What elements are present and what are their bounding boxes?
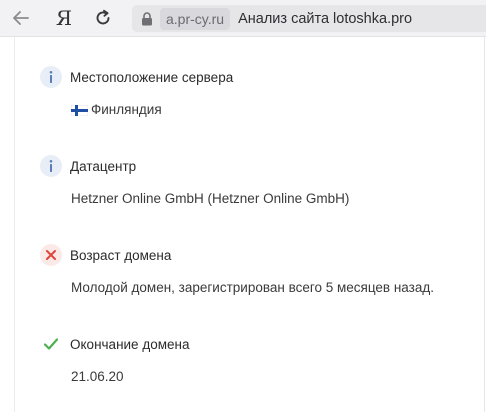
server-location-title: Местоположение сервера [70,69,234,85]
page-content: Местоположение сервера Финляндия Датацен… [0,37,486,412]
yandex-button[interactable]: Я [51,6,77,30]
domain-age-section: Возраст домена Молодой домен, зарегистри… [40,244,480,295]
domain-expiry-value: 21.06.20 [71,369,124,384]
datacenter-value: Hetzner Online GmbH (Hetzner Online GmbH… [71,191,350,206]
info-icon[interactable] [40,155,62,177]
domain-expiry-section: Окончание домена 21.06.20 [40,333,480,384]
error-icon[interactable] [40,244,62,266]
server-location-section: Местоположение сервера Финляндия [40,66,480,117]
checkmark-icon[interactable] [40,333,62,355]
back-button[interactable] [8,6,34,30]
lock-icon [136,5,158,32]
page-title: Анализ сайта lotoshka.pro [238,10,413,27]
country-name: Финляндия [91,102,162,117]
reload-button[interactable] [90,6,116,30]
server-location-value: Финляндия [70,102,480,117]
domain-age-title: Возраст домена [70,247,172,263]
divider [14,37,15,412]
arrow-left-icon [12,10,30,26]
reload-icon [94,9,112,27]
domain-age-value: Молодой домен, зарегистрирован всего 5 м… [71,280,434,295]
domain-expiry-title: Окончание домена [70,336,190,352]
domain-label[interactable]: a.pr-cy.ru [160,7,231,30]
datacenter-section: Датацентр Hetzner Online GmbH (Hetzner O… [40,155,480,206]
finland-flag-icon [70,104,89,117]
browser-toolbar: Я a.pr-cy.ru Анализ сайта lotoshka.pro [0,0,486,37]
yandex-icon: Я [55,6,73,30]
scrollbar-track[interactable] [484,37,485,412]
address-bar[interactable]: a.pr-cy.ru Анализ сайта lotoshka.pro [132,5,486,32]
datacenter-title: Датацентр [70,158,137,174]
info-icon[interactable] [40,66,62,88]
